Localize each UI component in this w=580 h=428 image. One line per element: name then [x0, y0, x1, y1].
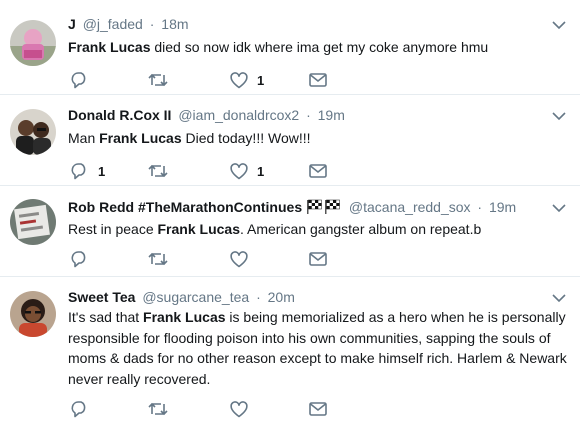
- reply-button[interactable]: [70, 249, 98, 269]
- author-handle[interactable]: @iam_donaldrcox2: [178, 107, 299, 123]
- tweet-text-part: died so now idk where ima get my coke an…: [150, 39, 489, 55]
- heart-icon: [230, 162, 248, 179]
- author-name[interactable]: Donald R.Cox II: [68, 107, 171, 123]
- tweet[interactable]: Rob Redd #TheMarathonContinues @tacana_r…: [0, 186, 580, 277]
- tweet-actions: 1: [68, 70, 348, 90]
- tweet-header: Rob Redd #TheMarathonContinues @tacana_r…: [68, 198, 516, 218]
- reply-count: 1: [98, 163, 106, 179]
- like-button[interactable]: [230, 399, 257, 419]
- tweet-feed: J @j_faded · 18m Frank Lucas died so now…: [0, 0, 580, 428]
- direct-message-button[interactable]: [309, 161, 327, 181]
- avatar[interactable]: [10, 20, 56, 66]
- tweet-text: Rest in peace Frank Lucas. American gang…: [68, 219, 576, 240]
- chevron-down-icon[interactable]: [552, 111, 566, 121]
- separator-dot: ·: [306, 107, 311, 123]
- highlighted-term: Frank Lucas: [157, 221, 240, 237]
- like-count: 1: [257, 72, 265, 88]
- reply-button[interactable]: [70, 399, 98, 419]
- retweet-icon: [148, 402, 168, 416]
- separator-dot: ·: [256, 289, 261, 305]
- chevron-down-icon[interactable]: [552, 293, 566, 303]
- envelope-icon: [309, 164, 327, 178]
- tweet-header: Donald R.Cox II @iam_donaldrcox2 · 19m: [68, 106, 345, 124]
- reply-icon: [71, 163, 86, 180]
- retweet-icon: [148, 164, 168, 178]
- tweet-text-part: It's sad that: [68, 309, 144, 325]
- author-handle[interactable]: @tacana_redd_sox: [349, 199, 471, 215]
- retweet-button[interactable]: [148, 249, 177, 269]
- timestamp[interactable]: 19m: [318, 107, 345, 123]
- like-button[interactable]: 1: [230, 161, 264, 181]
- reply-icon: [71, 401, 86, 418]
- tweet-text-part: Rest in peace: [68, 221, 158, 237]
- tweet[interactable]: Donald R.Cox II @iam_donaldrcox2 · 19m M…: [0, 95, 580, 186]
- chevron-down-icon[interactable]: [552, 203, 566, 213]
- direct-message-button[interactable]: [309, 249, 327, 269]
- envelope-icon: [309, 402, 327, 416]
- reply-button[interactable]: [70, 70, 98, 90]
- heart-icon: [230, 71, 248, 88]
- separator-dot: ·: [477, 199, 483, 215]
- tweet-text-part: Died today!!! Wow!!!: [181, 130, 311, 146]
- tweet-text-part: . American gangster album on repeat.b: [239, 221, 482, 237]
- avatar[interactable]: [10, 199, 56, 245]
- direct-message-button[interactable]: [309, 70, 327, 90]
- author-handle[interactable]: @sugarcane_tea: [142, 289, 249, 305]
- reply-icon: [71, 72, 86, 89]
- reply-button[interactable]: 1: [70, 161, 105, 181]
- checkered-flag-icon: [306, 199, 342, 218]
- tweet-text: Man Frank Lucas Died today!!! Wow!!!: [68, 128, 576, 149]
- direct-message-button[interactable]: [309, 399, 327, 419]
- separator-dot: ·: [149, 16, 155, 32]
- timestamp[interactable]: 20m: [268, 289, 295, 305]
- like-button[interactable]: [230, 249, 257, 269]
- author-name[interactable]: Rob Redd #TheMarathonContinues: [68, 199, 302, 215]
- tweet[interactable]: J @j_faded · 18m Frank Lucas died so now…: [0, 0, 580, 95]
- tweet-actions: 1 1: [68, 161, 348, 181]
- highlighted-term: Frank Lucas: [99, 130, 182, 146]
- like-button[interactable]: 1: [230, 70, 264, 90]
- timestamp[interactable]: 18m: [161, 16, 188, 32]
- envelope-icon: [309, 73, 327, 87]
- author-name[interactable]: Sweet Tea: [68, 289, 135, 305]
- author-handle[interactable]: @j_faded: [83, 16, 143, 32]
- chevron-down-icon[interactable]: [552, 20, 566, 30]
- heart-icon: [230, 250, 248, 267]
- retweet-icon: [148, 73, 168, 87]
- highlighted-term: Frank Lucas: [143, 309, 226, 325]
- envelope-icon: [309, 252, 327, 266]
- retweet-icon: [148, 252, 168, 266]
- tweet-text: It's sad that Frank Lucas is being memor…: [68, 307, 576, 389]
- retweet-button[interactable]: [148, 399, 177, 419]
- tweet[interactable]: Sweet Tea @sugarcane_tea · 20m It's sad …: [0, 277, 580, 428]
- tweet-actions: [68, 249, 348, 269]
- author-name[interactable]: J: [68, 16, 76, 32]
- tweet-header: Sweet Tea @sugarcane_tea · 20m: [68, 288, 295, 306]
- highlighted-term: Frank Lucas: [68, 39, 151, 55]
- retweet-button[interactable]: [148, 161, 177, 181]
- tweet-actions: [68, 399, 348, 419]
- heart-icon: [230, 400, 248, 417]
- retweet-button[interactable]: [148, 70, 177, 90]
- tweet-header: J @j_faded · 18m: [68, 15, 189, 33]
- avatar[interactable]: [10, 291, 56, 337]
- like-count: 1: [257, 163, 265, 179]
- timestamp[interactable]: 19m: [489, 199, 516, 215]
- tweet-text-part: Man: [68, 130, 100, 146]
- reply-icon: [71, 251, 86, 268]
- avatar[interactable]: [10, 109, 56, 155]
- tweet-text: Frank Lucas died so now idk where ima ge…: [68, 37, 576, 58]
